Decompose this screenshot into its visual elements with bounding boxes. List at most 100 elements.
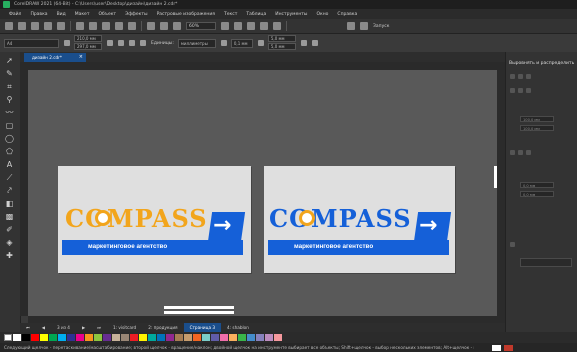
color-swatch[interactable] xyxy=(85,334,93,341)
cut-icon[interactable] xyxy=(76,22,84,30)
menu-text[interactable]: Текст xyxy=(224,12,237,17)
menu-bitmaps[interactable]: Растровые изображения xyxy=(157,12,215,17)
color-swatch[interactable] xyxy=(220,334,228,341)
copy-icon[interactable] xyxy=(89,22,97,30)
color-swatch[interactable] xyxy=(13,334,21,341)
color-swatch[interactable] xyxy=(31,334,39,341)
tagline-text[interactable]: маркетинговое агентство xyxy=(294,243,373,250)
page-tab-2[interactable]: 2: продукция xyxy=(142,323,183,332)
paste-icon[interactable] xyxy=(102,22,110,30)
freehand-icon[interactable]: 〰 xyxy=(5,108,14,117)
add-page-icon[interactable] xyxy=(311,40,318,46)
shape-icon[interactable]: ✎ xyxy=(5,69,14,78)
menu-tools[interactable]: Инструменты xyxy=(275,12,307,17)
menu-effects[interactable]: Эффекты xyxy=(125,12,148,17)
page-tab-1[interactable]: 1: visitcard xyxy=(107,323,142,332)
fill-icon[interactable]: ◈ xyxy=(5,238,14,247)
next-page-icon[interactable]: ▶ xyxy=(76,323,91,332)
launch-label[interactable]: Запуск xyxy=(373,24,389,29)
color-swatch[interactable] xyxy=(22,334,30,341)
color-swatch[interactable] xyxy=(202,334,210,341)
polygon-icon[interactable]: ⬠ xyxy=(5,147,14,156)
color-swatch[interactable] xyxy=(49,334,57,341)
color-swatch[interactable] xyxy=(265,334,273,341)
document-options-icon[interactable] xyxy=(300,40,307,46)
color-swatch[interactable] xyxy=(193,334,201,341)
last-page-icon[interactable]: ⏭ xyxy=(91,323,107,332)
color-swatch[interactable] xyxy=(148,334,156,341)
parallel-dimension-icon[interactable]: ⟋ xyxy=(5,173,14,182)
logo-text-left[interactable]: COMPASS xyxy=(65,204,208,233)
color-swatch[interactable] xyxy=(130,334,138,341)
color-swatch[interactable] xyxy=(40,334,48,341)
transparency-icon[interactable]: ▩ xyxy=(5,212,14,221)
grid-icon[interactable] xyxy=(247,22,255,30)
menu-layout[interactable]: Макет xyxy=(75,12,90,17)
portrait-icon[interactable] xyxy=(107,40,113,46)
no-color-swatch[interactable] xyxy=(4,334,12,341)
launch-icon[interactable] xyxy=(360,22,368,30)
docker-field-spacing-v[interactable]: 0,0 мм xyxy=(520,191,554,197)
prev-page-icon[interactable]: ◀ xyxy=(36,323,51,332)
color-swatch[interactable] xyxy=(184,334,192,341)
color-swatch[interactable] xyxy=(103,334,111,341)
ellipse-icon[interactable]: ◯ xyxy=(5,134,14,143)
redo-icon[interactable] xyxy=(128,22,136,30)
color-swatch[interactable] xyxy=(175,334,183,341)
dup-y-field[interactable]: 5,0 мм xyxy=(267,43,296,50)
shadow-icon[interactable]: ◧ xyxy=(5,199,14,208)
color-swatch[interactable] xyxy=(256,334,264,341)
align-right-icon[interactable] xyxy=(526,74,531,79)
color-swatch[interactable] xyxy=(94,334,102,341)
zoom-icon[interactable]: ⚲ xyxy=(5,95,14,104)
drawing-canvas[interactable]: COMPASS маркетинговое агентство → COMPAS… xyxy=(28,70,505,316)
align-left-icon[interactable] xyxy=(510,74,515,79)
rectangle-icon[interactable]: ▢ xyxy=(5,121,14,130)
distribute-left-icon[interactable] xyxy=(510,150,515,155)
color-swatch[interactable] xyxy=(229,334,237,341)
page-width-field[interactable]: 210,0 мм xyxy=(74,35,102,42)
color-swatch[interactable] xyxy=(274,334,282,341)
menu-edit[interactable]: Правка xyxy=(30,12,47,17)
docker-option-field[interactable] xyxy=(520,258,572,267)
export-icon[interactable] xyxy=(160,22,168,30)
tagline-text[interactable]: маркетинговое агентство xyxy=(88,243,167,250)
color-swatch[interactable] xyxy=(139,334,147,341)
snap-to-icon[interactable] xyxy=(273,22,281,30)
menu-object[interactable]: Объект xyxy=(98,12,116,17)
all-pages-icon[interactable] xyxy=(129,40,135,46)
docker-field-y[interactable]: 100,0 мм xyxy=(520,125,554,131)
nudge-field[interactable]: 0,1 мм xyxy=(230,38,253,48)
page-size-dropdown-icon[interactable] xyxy=(64,40,70,46)
text-icon[interactable]: A xyxy=(5,160,14,169)
eyedropper-icon[interactable]: ✐ xyxy=(5,225,14,234)
align-top-icon[interactable] xyxy=(510,88,515,93)
new-document-icon[interactable] xyxy=(5,22,13,30)
color-swatch[interactable] xyxy=(76,334,84,341)
print-icon[interactable] xyxy=(57,22,65,30)
horizontal-scrollbar[interactable] xyxy=(28,316,505,323)
color-swatch[interactable] xyxy=(121,334,129,341)
outline-indicator[interactable] xyxy=(504,344,513,351)
crop-icon[interactable]: ⌗ xyxy=(5,82,14,91)
pointer-icon[interactable]: ➚ xyxy=(5,56,14,65)
docker-field-spacing-h[interactable]: 0,0 мм xyxy=(520,182,554,188)
menu-table[interactable]: Таблица xyxy=(246,12,266,17)
save-icon[interactable] xyxy=(31,22,39,30)
menu-help[interactable]: Справка xyxy=(337,12,357,17)
page-height-field[interactable]: 297,0 мм xyxy=(74,43,102,50)
landscape-icon[interactable] xyxy=(118,40,124,46)
open-icon[interactable] xyxy=(18,22,26,30)
full-screen-icon[interactable] xyxy=(221,22,229,30)
text-align-icon[interactable] xyxy=(510,242,515,247)
menu-file[interactable]: Файл xyxy=(9,12,21,17)
color-swatch[interactable] xyxy=(247,334,255,341)
docker-field-x[interactable]: 100,0 мм xyxy=(520,116,554,122)
connector-icon[interactable]: ⤤ xyxy=(5,186,14,195)
logo-text-right[interactable]: COMPASS xyxy=(269,204,412,233)
color-swatch[interactable] xyxy=(166,334,174,341)
zoom-level-select[interactable]: 60% xyxy=(186,22,216,30)
color-swatch[interactable] xyxy=(238,334,246,341)
guidelines-icon[interactable] xyxy=(260,22,268,30)
align-middle-icon[interactable] xyxy=(518,88,523,93)
